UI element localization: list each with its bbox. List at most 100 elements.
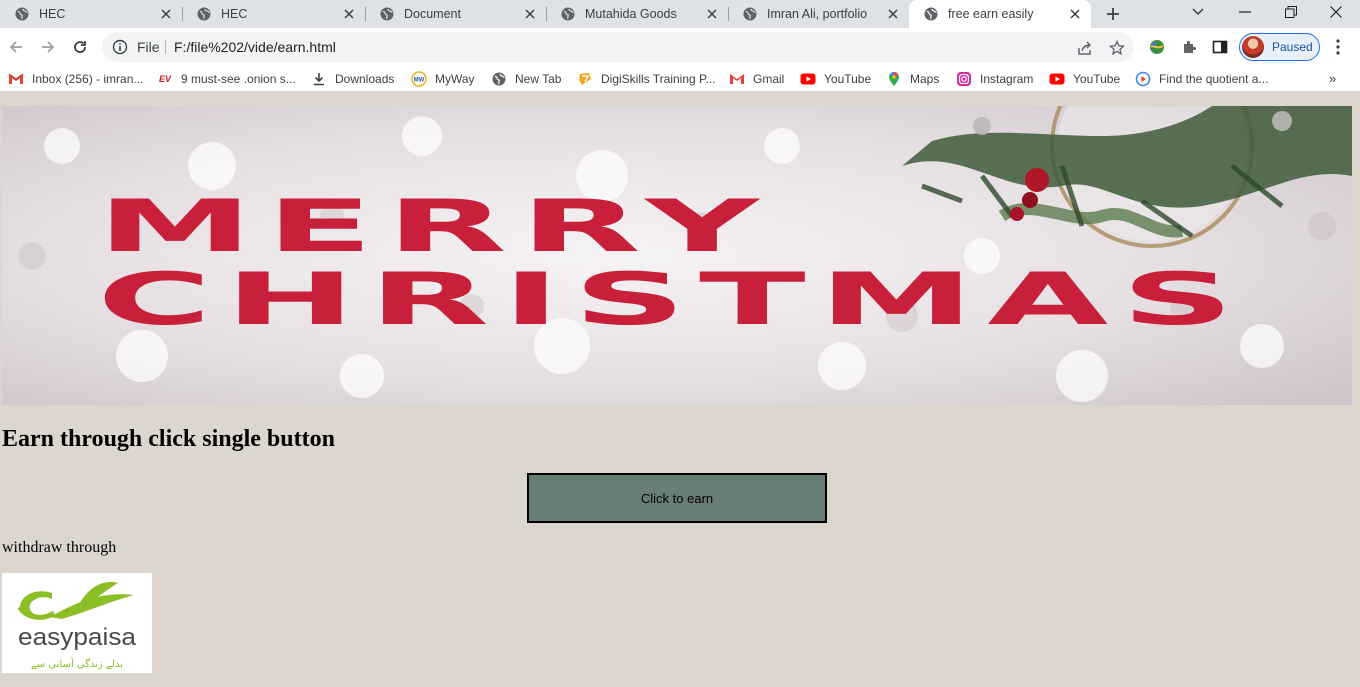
back-button[interactable] bbox=[4, 35, 28, 59]
bookmarks-overflow-icon[interactable]: » bbox=[1329, 71, 1336, 86]
profile-status-label: Paused bbox=[1272, 40, 1313, 54]
bookmark-label: YouTube bbox=[1073, 72, 1121, 86]
arrow-left-icon bbox=[9, 41, 22, 53]
bookmark-label: DigiSkills Training P... bbox=[601, 72, 716, 86]
globe-icon bbox=[491, 71, 507, 87]
bookmark-label: MyWay bbox=[435, 72, 475, 86]
info-icon[interactable] bbox=[112, 39, 128, 55]
tab-strip: HEC HEC Document Mutahida Goods Imran Al… bbox=[0, 0, 1360, 28]
bookmark-maps[interactable]: Maps bbox=[886, 71, 939, 87]
arrow-right-icon bbox=[42, 41, 55, 53]
tab-title: Mutahida Goods bbox=[585, 7, 677, 21]
bookmark-label: YouTube bbox=[824, 72, 872, 86]
url-text[interactable]: F:/file%202/vide/earn.html bbox=[174, 39, 336, 55]
bookmark-instagram[interactable]: Instagram bbox=[956, 71, 1033, 87]
side-panel-icon[interactable] bbox=[1209, 36, 1231, 58]
myway-icon: MW bbox=[411, 71, 427, 87]
profile-button[interactable]: Paused bbox=[1239, 33, 1320, 61]
close-icon[interactable] bbox=[522, 6, 538, 22]
globe-icon bbox=[14, 6, 30, 22]
close-icon[interactable] bbox=[158, 6, 174, 22]
globe-icon bbox=[923, 6, 939, 22]
logo-tagline-text: بدلے زندگی آسانی سے bbox=[31, 657, 123, 670]
tab-hec-1[interactable]: HEC bbox=[0, 0, 183, 28]
close-icon[interactable] bbox=[341, 6, 357, 22]
bookmark-youtube-1[interactable]: YouTube bbox=[800, 71, 871, 87]
bookmark-digiskills[interactable]: DigiSkills Training P... bbox=[577, 71, 716, 87]
tab-title: free earn easily bbox=[948, 7, 1034, 21]
digiskills-icon bbox=[577, 71, 593, 87]
new-tab-button[interactable] bbox=[1101, 2, 1125, 26]
bookmark-gmail[interactable]: Gmail bbox=[729, 71, 784, 87]
gmail-icon bbox=[8, 71, 24, 87]
puzzle-icon[interactable] bbox=[1178, 36, 1200, 58]
minimize-button[interactable] bbox=[1227, 0, 1263, 24]
reload-icon bbox=[74, 41, 86, 53]
tab-search-button[interactable] bbox=[1180, 0, 1216, 24]
banner-line-2: CHRISTMAS bbox=[97, 257, 1247, 341]
withdraw-label: withdraw through bbox=[2, 539, 117, 556]
youtube-icon bbox=[800, 71, 816, 87]
play-circle-icon bbox=[1135, 71, 1151, 87]
tab-imran-portfolio[interactable]: Imran Ali, portfolio bbox=[728, 0, 910, 28]
globe-icon bbox=[560, 6, 576, 22]
bookmark-label: Instagram bbox=[980, 72, 1034, 86]
bookmark-label: New Tab bbox=[515, 72, 562, 86]
bookmark-label: Downloads bbox=[335, 72, 395, 86]
address-bar[interactable]: File F:/file%202/vide/earn.html bbox=[102, 32, 1134, 62]
page-title: Earn through click single button bbox=[2, 426, 335, 452]
bookmark-label: 9 must-see .onion s... bbox=[181, 72, 296, 86]
bookmark-label: Maps bbox=[910, 72, 940, 86]
instagram-icon bbox=[956, 71, 972, 87]
close-icon[interactable] bbox=[885, 6, 901, 22]
globe-icon bbox=[196, 6, 212, 22]
bookmark-downloads[interactable]: Downloads bbox=[311, 71, 394, 87]
bookmark-star-icon[interactable] bbox=[1108, 39, 1126, 57]
bookmark-quotient[interactable]: Find the quotient a... bbox=[1135, 71, 1268, 87]
avatar bbox=[1242, 36, 1264, 58]
bookmark-label: Gmail bbox=[753, 72, 785, 86]
share-icon[interactable] bbox=[1076, 39, 1094, 57]
tab-mutahida-goods[interactable]: Mutahida Goods bbox=[546, 0, 729, 28]
tab-title: HEC bbox=[221, 7, 248, 21]
bookmark-label: Inbox (256) - imran... bbox=[32, 72, 144, 86]
banner-line-1: MERRY bbox=[97, 184, 772, 268]
bookmark-new-tab[interactable]: New Tab bbox=[491, 71, 561, 87]
logo-brand-text: easypaisa bbox=[18, 624, 137, 651]
youtube-icon bbox=[1049, 71, 1065, 87]
gmail-icon bbox=[729, 71, 745, 87]
page-viewport: MERRY CHRISTMAS Earn through click singl… bbox=[0, 97, 1360, 687]
easypaisa-logo: easypaisa بدلے زندگی آسانی سے bbox=[2, 573, 152, 673]
close-window-button[interactable] bbox=[1318, 0, 1354, 24]
tab-title: Imran Ali, portfolio bbox=[767, 7, 868, 21]
bookmarks-bar: Inbox (256) - imran... EV 9 must-see .on… bbox=[0, 66, 1360, 92]
kebab-menu-icon[interactable] bbox=[1327, 36, 1349, 58]
omnibox-divider bbox=[165, 40, 166, 54]
tab-free-earn-easily[interactable]: free earn easily bbox=[909, 0, 1091, 28]
bookmark-onion[interactable]: EV 9 must-see .onion s... bbox=[157, 71, 296, 87]
tab-title: Document bbox=[404, 7, 461, 21]
download-icon bbox=[311, 71, 327, 87]
restore-button[interactable] bbox=[1273, 0, 1309, 24]
restore-icon bbox=[1285, 6, 1297, 18]
extension-globe-icon[interactable] bbox=[1146, 36, 1168, 58]
bookmark-myway[interactable]: MW MyWay bbox=[411, 71, 475, 87]
tab-document[interactable]: Document bbox=[365, 0, 547, 28]
close-icon[interactable] bbox=[1067, 6, 1083, 22]
reload-button[interactable] bbox=[68, 35, 92, 59]
svg-text:MW: MW bbox=[414, 78, 425, 84]
bookmark-inbox[interactable]: Inbox (256) - imran... bbox=[8, 71, 143, 87]
maps-pin-icon bbox=[886, 71, 902, 87]
click-to-earn-button[interactable]: Click to earn bbox=[527, 473, 827, 523]
bookmark-youtube-2[interactable]: YouTube bbox=[1049, 71, 1120, 87]
close-icon[interactable] bbox=[704, 6, 720, 22]
url-scheme-label: File bbox=[137, 39, 160, 55]
browser-toolbar: File F:/file%202/vide/earn.html Paused bbox=[0, 28, 1360, 66]
plus-icon bbox=[1107, 8, 1119, 20]
forward-button[interactable] bbox=[36, 35, 60, 59]
ev-icon: EV bbox=[158, 74, 171, 84]
tab-hec-2[interactable]: HEC bbox=[182, 0, 366, 28]
globe-icon bbox=[379, 6, 395, 22]
bookmark-label: Find the quotient a... bbox=[1159, 72, 1269, 86]
tab-title: HEC bbox=[39, 7, 66, 21]
